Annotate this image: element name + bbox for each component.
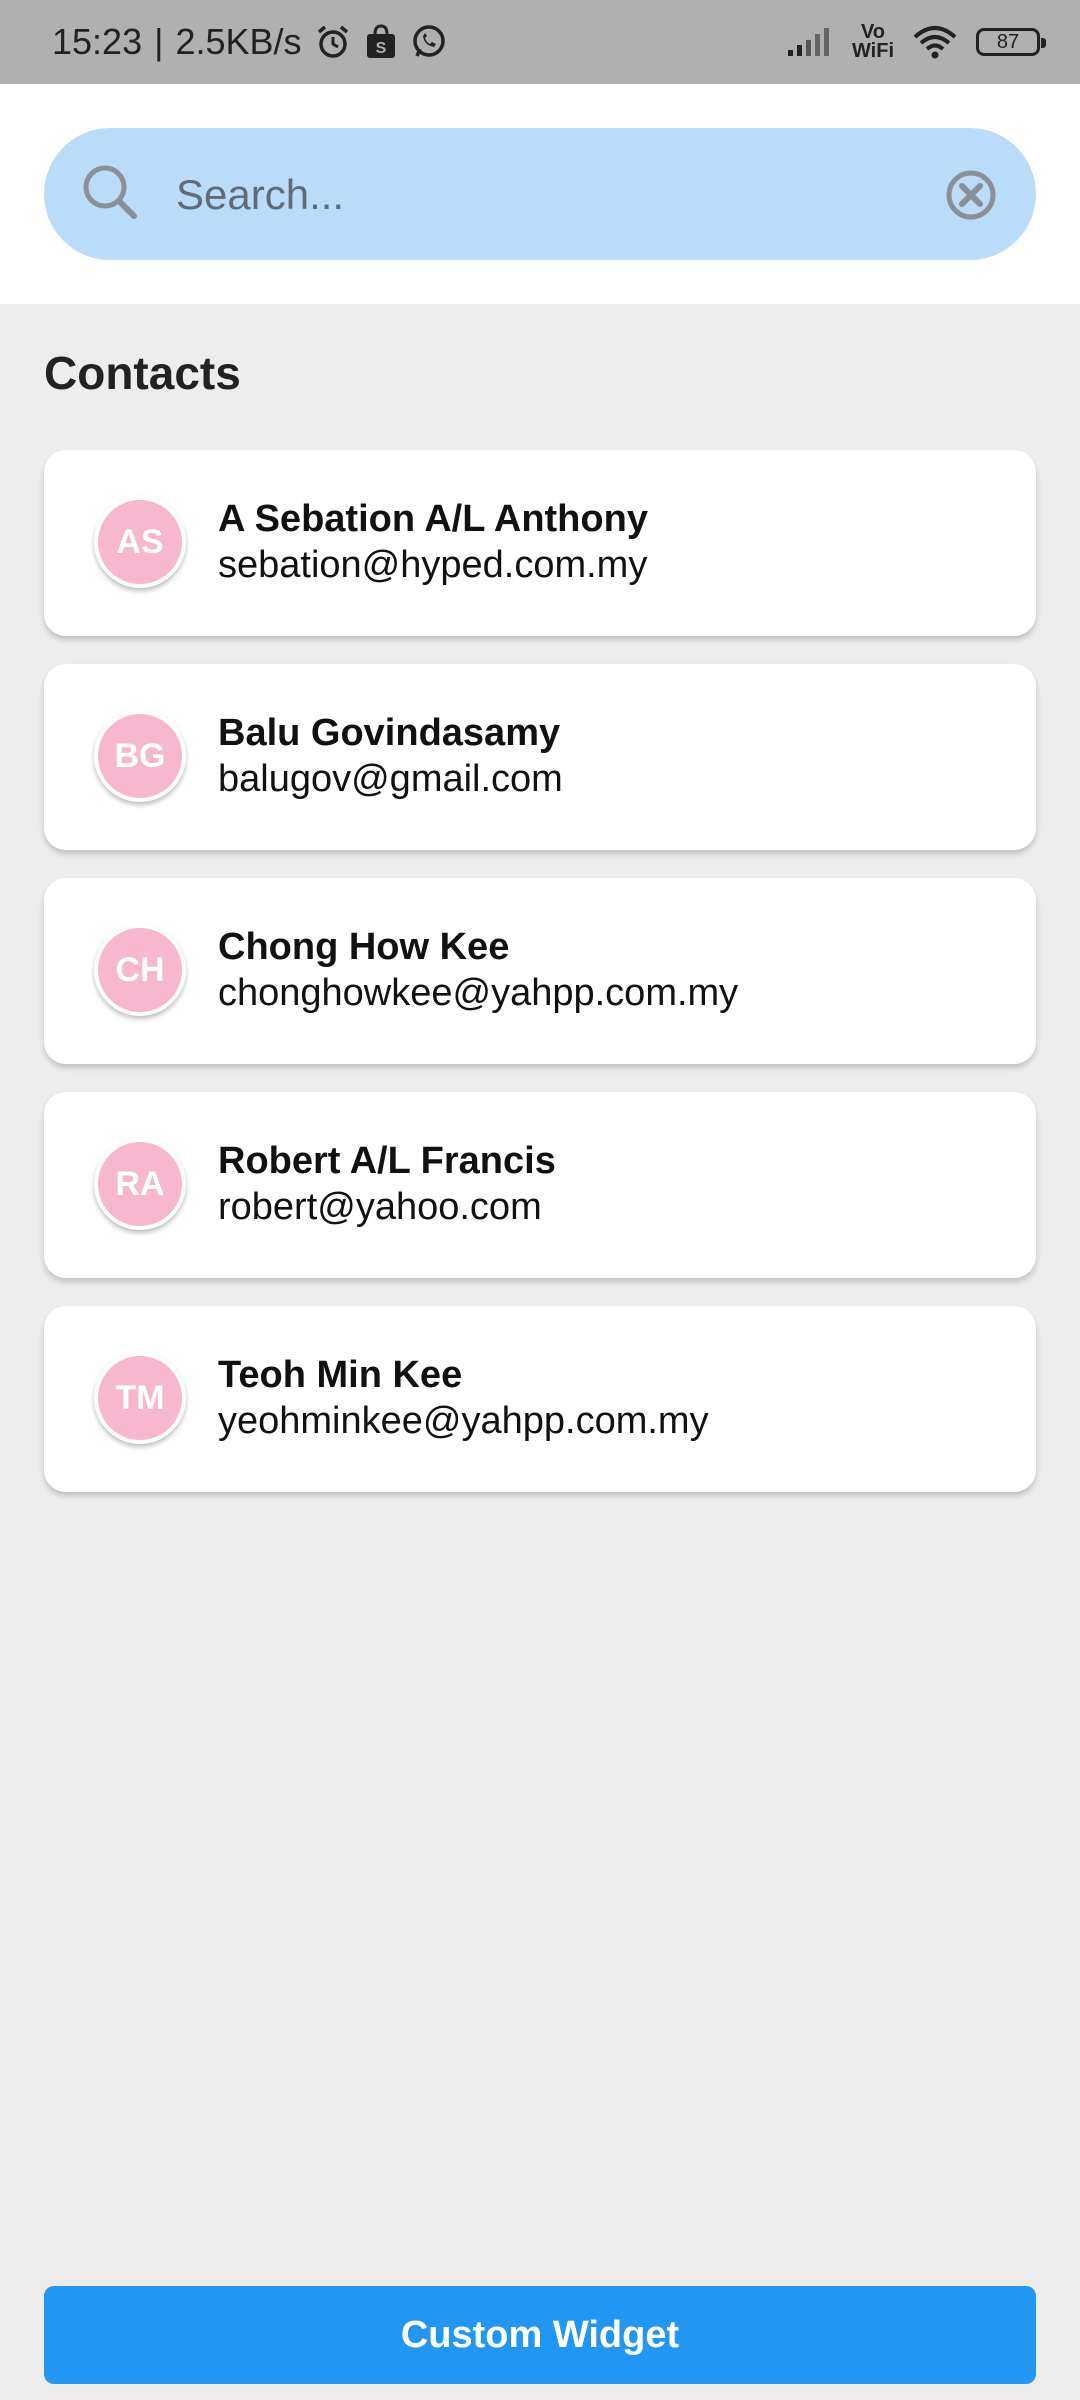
contact-name: Teoh Min Kee: [218, 1354, 463, 1396]
contact-card[interactable]: BG Balu Govindasamy balugov@gmail.com: [44, 664, 1036, 850]
search-input[interactable]: [174, 154, 958, 236]
avatar: TM: [94, 1352, 186, 1444]
contact-email: chonghowkee@yahpp.com.my: [218, 972, 739, 1014]
battery-icon: 87: [976, 28, 1046, 56]
contact-card[interactable]: AS A Sebation A/L Anthony sebation@hyped…: [44, 450, 1036, 636]
status-right: Vo WiFi 87: [786, 0, 1046, 84]
contact-card[interactable]: RA Robert A/L Francis robert@yahoo.com: [44, 1092, 1036, 1278]
contact-name: Chong How Kee: [218, 926, 510, 968]
clear-search-icon[interactable]: [944, 168, 998, 227]
contact-list: AS A Sebation A/L Anthony sebation@hyped…: [44, 450, 1036, 1520]
svg-text:S: S: [375, 40, 386, 57]
avatar: BG: [94, 710, 186, 802]
contact-email: yeohminkee@yahpp.com.my: [218, 1400, 709, 1442]
signal-icon: [786, 26, 834, 58]
contact-name: Robert A/L Francis: [218, 1140, 556, 1182]
battery-level: 87: [996, 30, 1020, 53]
contact-card[interactable]: CH Chong How Kee chonghowkee@yahpp.com.m…: [44, 878, 1036, 1064]
alarm-icon: [314, 23, 352, 61]
status-left: 15:23 | 2.5KB/s S: [52, 0, 448, 84]
contact-email: sebation@hyped.com.my: [218, 544, 648, 586]
avatar: CH: [94, 924, 186, 1016]
contacts-heading: Contacts: [44, 347, 241, 399]
shopping-bag-icon: S: [364, 24, 398, 60]
contact-name: Balu Govindasamy: [218, 712, 561, 754]
status-separator: |: [154, 21, 164, 62]
avatar: RA: [94, 1138, 186, 1230]
search-icon: [80, 162, 142, 229]
vowifi-indicator: Vo WiFi: [851, 21, 894, 62]
status-time: 15:23: [52, 21, 143, 62]
search-bar[interactable]: [44, 128, 1036, 260]
status-bar: 15:23 | 2.5KB/s S Vo WiFi 87: [0, 0, 1080, 84]
contact-email: robert@yahoo.com: [218, 1186, 542, 1228]
custom-widget-button[interactable]: Custom Widget: [44, 2286, 1036, 2384]
contact-name: A Sebation A/L Anthony: [218, 498, 648, 540]
status-net-speed: 2.5KB/s: [175, 21, 302, 62]
whatsapp-icon: [410, 23, 448, 61]
search-header: [0, 84, 1080, 304]
contact-card[interactable]: TM Teoh Min Kee yeohminkee@yahpp.com.my: [44, 1306, 1036, 1492]
wifi-icon: [912, 25, 958, 59]
contact-email: balugov@gmail.com: [218, 758, 563, 800]
avatar: AS: [94, 496, 186, 588]
